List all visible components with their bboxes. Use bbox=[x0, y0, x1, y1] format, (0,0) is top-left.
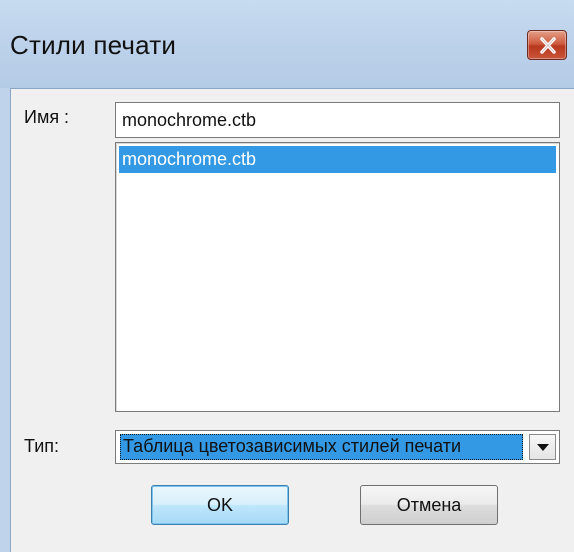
title-bar[interactable]: Стили печати bbox=[0, 0, 574, 88]
close-icon bbox=[540, 37, 556, 54]
type-select-value[interactable]: Таблица цветозависимых стилей печати bbox=[120, 434, 523, 460]
type-select[interactable]: Таблица цветозависимых стилей печати bbox=[115, 430, 560, 464]
dropdown-button[interactable] bbox=[529, 434, 556, 460]
ok-button[interactable]: OK bbox=[151, 485, 289, 525]
print-styles-dialog: Стили печати Имя : monochrome.ctb monoch… bbox=[0, 0, 574, 552]
name-label: Имя : bbox=[24, 107, 70, 127]
type-label: Тип: bbox=[24, 436, 60, 456]
cancel-button[interactable]: Отмена bbox=[360, 485, 498, 525]
list-item[interactable]: monochrome.ctb bbox=[119, 146, 556, 173]
name-input[interactable]: monochrome.ctb bbox=[115, 102, 560, 138]
chevron-down-icon bbox=[537, 444, 549, 451]
window-title: Стили печати bbox=[10, 30, 177, 60]
close-button[interactable] bbox=[527, 30, 567, 60]
dialog-body: Имя : monochrome.ctb monochrome.ctb Тип:… bbox=[10, 88, 574, 552]
styles-listbox[interactable]: monochrome.ctb bbox=[115, 142, 560, 412]
